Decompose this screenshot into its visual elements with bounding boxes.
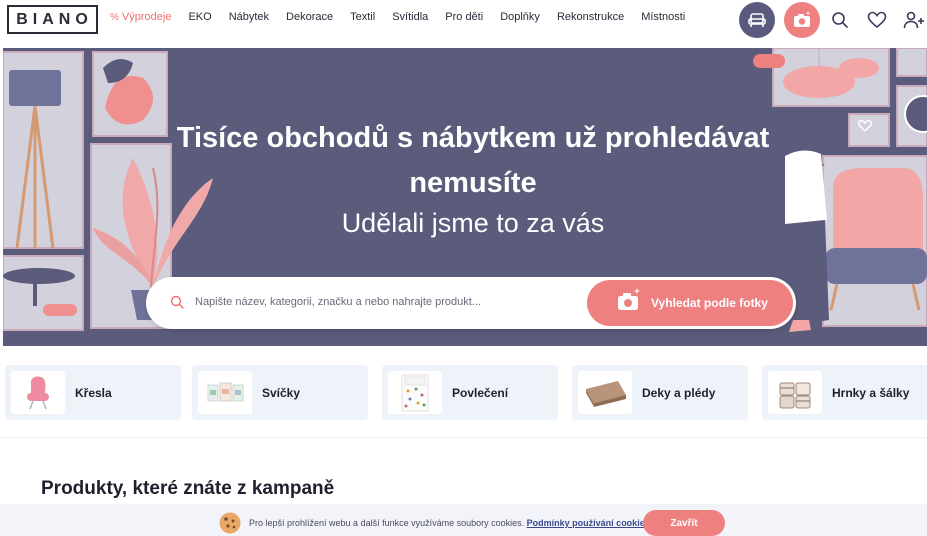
category-label: Svíčky	[262, 386, 301, 400]
category-hrnky-a-salky[interactable]: Hrnky a šálky	[762, 365, 927, 420]
biano-logo[interactable]: BIANO	[7, 5, 98, 34]
nav-item-svitidla[interactable]: Svítidla	[392, 11, 428, 23]
section-title: Produkty, které znáte z kampaně	[41, 478, 335, 499]
hero-subtitle: Udělali jsme to za vás	[341, 208, 605, 238]
bedding-thumbnail	[388, 371, 442, 414]
nav-item-vyprodeje[interactable]: % Výprodeje	[110, 11, 171, 23]
category-deky-a-pledy[interactable]: Deky a plédy	[572, 365, 748, 420]
category-label: Povlečení	[452, 386, 509, 400]
hero-title-line-2: nemusíte	[409, 167, 537, 199]
cookie-icon	[219, 512, 241, 534]
category-label: Hrnky a šálky	[832, 386, 910, 400]
search-input[interactable]	[195, 290, 575, 314]
mugs-thumbnail	[768, 371, 822, 414]
search-icon	[170, 295, 184, 309]
cookie-message: Pro lepší prohlížení webu a další funkce…	[249, 518, 650, 528]
favorites-button[interactable]	[866, 9, 888, 31]
furniture-search-button[interactable]	[739, 2, 775, 38]
header: BIANO % Výprodeje EKO Nábytek Dekorace Te…	[0, 0, 927, 40]
section-divider	[0, 437, 927, 438]
cookie-text: Pro lepší prohlížení webu a další funkce…	[249, 518, 525, 528]
nav-item-rekonstrukce[interactable]: Rekonstrukce	[557, 11, 624, 23]
category-kresla[interactable]: Křesla	[5, 365, 181, 420]
nav-item-textil[interactable]: Textil	[350, 11, 375, 23]
main-nav: % Výprodeje EKO Nábytek Dekorace Textil S…	[110, 11, 702, 23]
category-label: Deky a plédy	[642, 386, 716, 400]
add-user-icon	[903, 11, 924, 29]
category-svicky[interactable]: Svíčky	[192, 365, 368, 420]
category-label: Křesla	[75, 386, 112, 400]
search-icon	[832, 12, 848, 28]
cookie-policy-link[interactable]: Podmínky používání cookies	[527, 518, 650, 528]
user-account-button[interactable]	[903, 9, 925, 31]
cookie-close-button[interactable]: Zavřít	[643, 510, 725, 536]
nav-item-dekorace[interactable]: Dekorace	[286, 11, 333, 23]
heart-icon	[867, 11, 887, 29]
category-povleceni[interactable]: Povlečení	[382, 365, 558, 420]
candles-thumbnail	[198, 371, 252, 414]
nav-item-nabytek[interactable]: Nábytek	[229, 11, 269, 23]
hero-title: Tisíce obchodů s nábytkem už prohledávat…	[153, 116, 793, 206]
hero-title-line-1: Tisíce obchodů s nábytkem už prohledávat	[176, 122, 770, 154]
nav-label: Výprodeje	[121, 11, 172, 23]
armchair-thumbnail	[11, 371, 65, 414]
nav-item-eko[interactable]: EKO	[188, 11, 211, 23]
nav-item-doplnky[interactable]: Doplňky	[500, 11, 540, 23]
header-search-icon[interactable]	[829, 9, 851, 31]
armchair-icon	[748, 13, 766, 27]
camera-icon	[618, 288, 640, 310]
percent-icon: %	[110, 12, 119, 23]
blanket-thumbnail	[578, 371, 632, 414]
camera-icon	[794, 11, 811, 27]
nav-item-mistnosti[interactable]: Místnosti	[641, 11, 685, 23]
photo-search-button[interactable]	[784, 2, 820, 38]
nav-item-pro-deti[interactable]: Pro děti	[445, 11, 483, 23]
search-by-photo-label: Vyhledat podle fotky	[651, 296, 768, 310]
